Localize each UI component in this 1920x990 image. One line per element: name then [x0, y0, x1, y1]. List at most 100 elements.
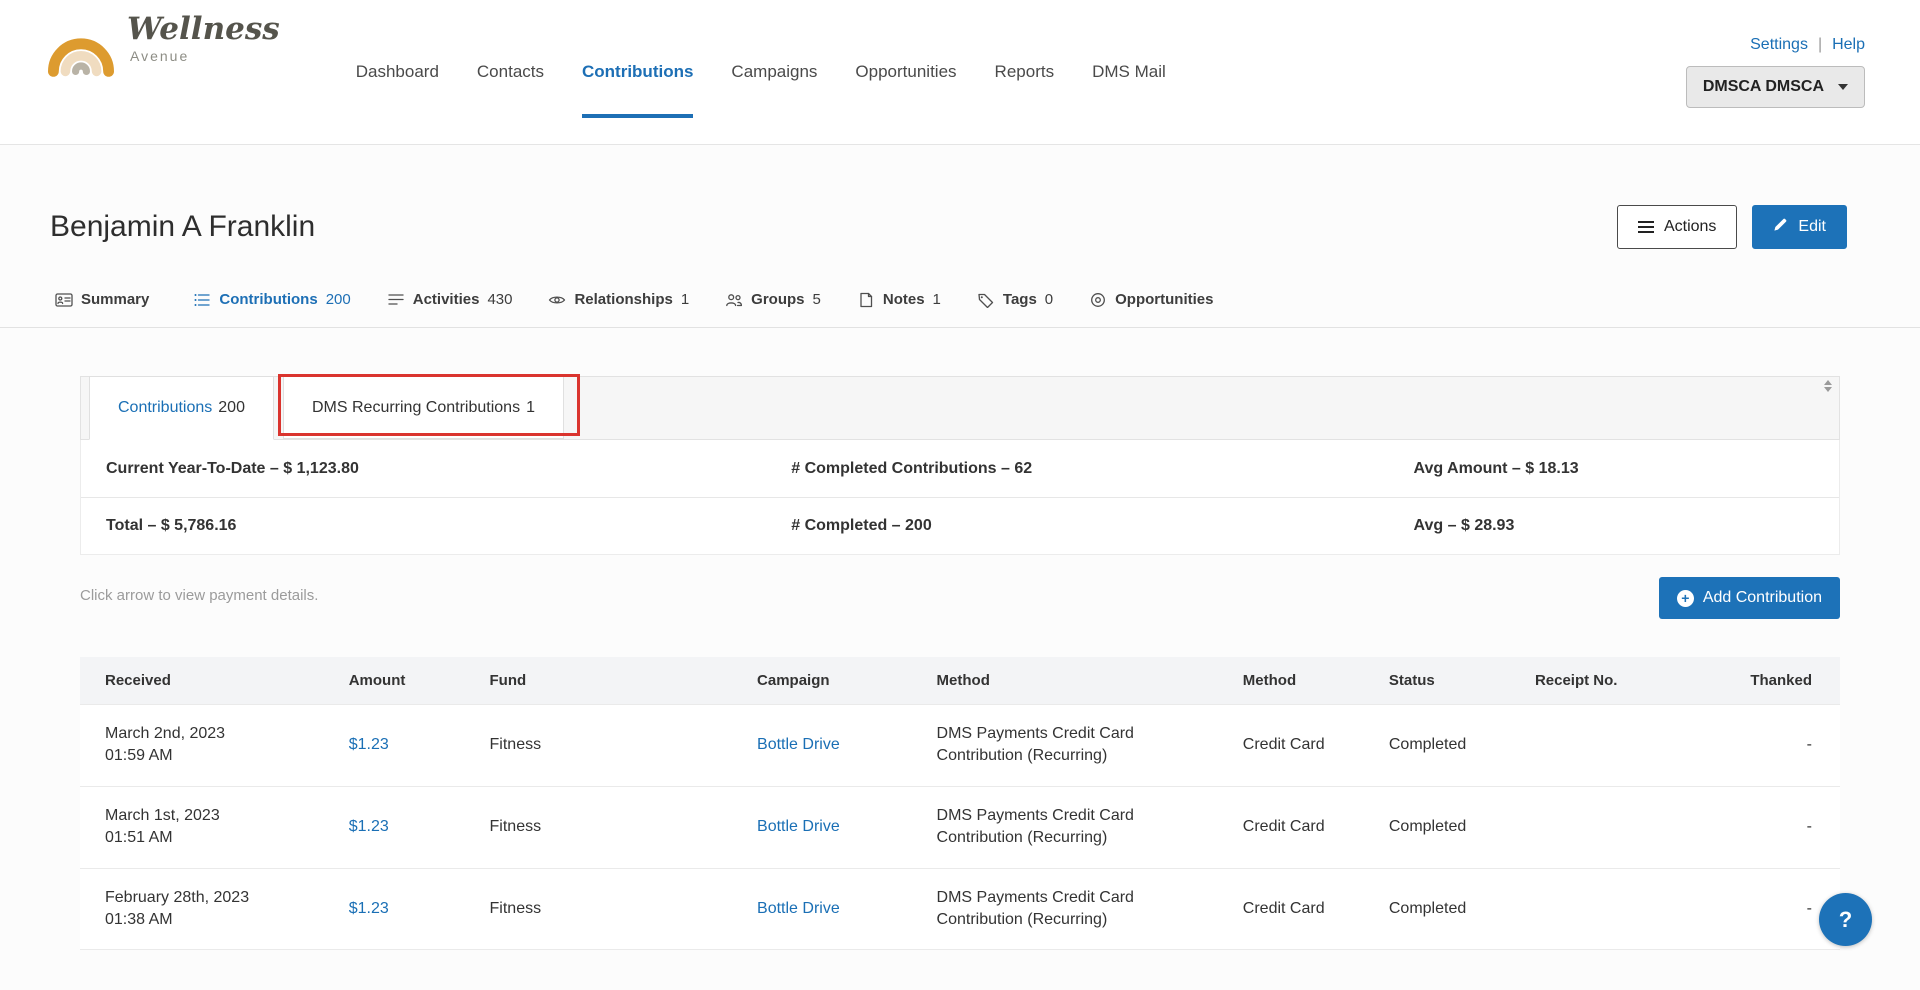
cell-thanked: -: [1716, 704, 1840, 787]
tab-activities[interactable]: Activities 430: [387, 291, 513, 308]
nav-campaigns[interactable]: Campaigns: [731, 0, 817, 144]
col-status: Status: [1378, 657, 1525, 705]
cell-received: March 2nd, 2023 01:59 AM: [80, 704, 339, 787]
cell-received: March 1st, 2023 01:51 AM: [80, 785, 339, 869]
tab-opportunities[interactable]: Opportunities: [1089, 291, 1221, 308]
settings-link[interactable]: Settings: [1750, 36, 1808, 54]
campaign-link[interactable]: Bottle Drive: [757, 736, 840, 753]
tab-count: 1: [932, 291, 941, 308]
tab-label: Activities: [412, 291, 480, 308]
nav-contacts[interactable]: Contacts: [477, 0, 544, 144]
tab-groups[interactable]: Groups 5: [725, 291, 821, 308]
hamburger-icon: [1637, 221, 1654, 233]
cell-receipt: [1524, 785, 1717, 869]
edit-pencil-icon: [1773, 217, 1788, 237]
campaign-link[interactable]: Bottle Drive: [757, 818, 840, 835]
cell-amount: $1.23: [338, 785, 480, 869]
col-campaign: Campaign: [747, 657, 927, 705]
help-fab-button[interactable]: ?: [1819, 893, 1872, 946]
cell-method-desc: DMS Payments Credit Card Contribution (R…: [926, 785, 1233, 869]
cell-status: Completed: [1378, 785, 1525, 869]
sort-arrows-icon[interactable]: [1824, 380, 1832, 392]
cell-fund: Fitness: [479, 867, 748, 951]
tab-notes[interactable]: Notes 1: [857, 291, 941, 308]
nav-opportunities[interactable]: Opportunities: [855, 0, 956, 144]
cell-amount: $1.23: [338, 704, 480, 787]
tab-label: Groups: [751, 291, 805, 308]
tab-count: 1: [680, 291, 690, 308]
add-contribution-button[interactable]: + Add Contribution: [1658, 577, 1840, 619]
col-thanked: Thanked: [1716, 657, 1840, 705]
notes-file-icon: [857, 292, 875, 308]
title-buttons: Actions Edit: [1616, 205, 1847, 249]
stat-completed: # Completed – 200: [791, 517, 932, 534]
summary-card-icon: [55, 292, 73, 308]
brand-subname: Avenue: [130, 47, 190, 64]
help-link[interactable]: Help: [1832, 36, 1865, 54]
contributions-table: Received Amount Fund Campaign Method Met…: [80, 657, 1840, 951]
amount-link[interactable]: $1.23: [349, 736, 389, 753]
tab-count: 5: [812, 291, 821, 308]
plus-circle-icon: +: [1676, 589, 1694, 607]
amount-link[interactable]: $1.23: [349, 900, 389, 917]
stat-year-to-date: Current Year-To-Date – $ 1,123.80: [106, 459, 359, 477]
table-row: March 2nd, 2023 01:59 AM $1.23 Fitness Bo…: [80, 704, 1840, 787]
tab-summary[interactable]: Summary: [55, 291, 157, 308]
nav-dashboard[interactable]: Dashboard: [356, 0, 439, 144]
panel-tab-strip: Contributions 200 DMS Recurring Contribu…: [80, 374, 1840, 440]
cell-received: February 28th, 2023 01:38 AM: [80, 867, 339, 951]
tags-tag-icon: [977, 292, 995, 308]
tab-label: Contributions: [219, 291, 318, 308]
tab-relationships[interactable]: Relationships 1: [548, 291, 689, 308]
cell-campaign: Bottle Drive: [747, 704, 927, 787]
cell-receipt: [1524, 704, 1717, 787]
cell-fund: Fitness: [479, 704, 748, 787]
panel-tab-contributions[interactable]: Contributions 200: [89, 376, 274, 440]
campaign-link[interactable]: Bottle Drive: [757, 900, 840, 917]
account-dropdown[interactable]: DMSCA DMSCA: [1685, 66, 1865, 108]
payment-details-hint: Click arrow to view payment details.: [80, 587, 319, 604]
panel-tab-dms-recurring[interactable]: DMS Recurring Contributions 1: [277, 374, 580, 439]
col-receipt-no: Receipt No.: [1524, 657, 1717, 705]
actions-button-label: Actions: [1663, 218, 1717, 235]
panel-tab-label: DMS Recurring Contributions: [311, 398, 521, 416]
top-links: Settings | Help: [1750, 36, 1865, 54]
header-right: Settings | Help DMSCA DMSCA: [1685, 0, 1865, 144]
tab-count: 200: [325, 291, 351, 308]
panel-tab-count: 1: [526, 398, 535, 416]
actions-button[interactable]: Actions: [1616, 205, 1738, 249]
cell-receipt: [1524, 867, 1717, 951]
tab-label: Summary: [81, 291, 150, 308]
add-contribution-label: Add Contribution: [1702, 589, 1822, 606]
stat-completed-contributions: # Completed Contributions – 62: [791, 459, 1033, 477]
stat-avg: Avg – $ 28.93: [1413, 517, 1515, 534]
account-name: DMSCA DMSCA: [1702, 78, 1824, 95]
hint-row: Click arrow to view payment details. + A…: [80, 577, 1840, 619]
cell-amount: $1.23: [338, 867, 480, 951]
groups-people-icon: [725, 292, 743, 308]
tab-contributions[interactable]: Contributions 200: [193, 291, 351, 308]
tab-count: 0: [1044, 291, 1054, 308]
caret-down-icon: [1838, 84, 1848, 90]
tab-tags[interactable]: Tags 0: [977, 291, 1053, 308]
nav-dms-mail[interactable]: DMS Mail: [1092, 0, 1166, 144]
nav-reports[interactable]: Reports: [995, 0, 1055, 144]
stats-row-2: Total – $ 5,786.16 # Completed – 200 Avg…: [81, 497, 1839, 554]
cell-method: Credit Card: [1232, 785, 1379, 869]
brand-logo[interactable]: Wellness Avenue: [45, 0, 280, 144]
tab-count: 430: [487, 291, 513, 308]
panel-tab-count: 200: [218, 399, 245, 416]
tab-label: Tags: [1002, 291, 1037, 308]
contact-tab-bar: Summary Contributions 200 Activities 430…: [0, 291, 1920, 328]
cell-campaign: Bottle Drive: [747, 867, 927, 951]
amount-link[interactable]: $1.23: [349, 818, 389, 835]
col-fund: Fund: [479, 657, 748, 705]
nav-contributions[interactable]: Contributions: [582, 0, 694, 144]
rainbow-logo-icon: [45, 12, 117, 83]
table-header-row: Received Amount Fund Campaign Method Met…: [80, 657, 1840, 705]
activities-list-icon: [387, 292, 405, 308]
cell-method-desc: DMS Payments Credit Card Contribution (R…: [926, 867, 1233, 951]
contributions-list-icon: [193, 292, 211, 308]
cell-status: Completed: [1378, 704, 1525, 787]
edit-button[interactable]: Edit: [1752, 205, 1847, 249]
